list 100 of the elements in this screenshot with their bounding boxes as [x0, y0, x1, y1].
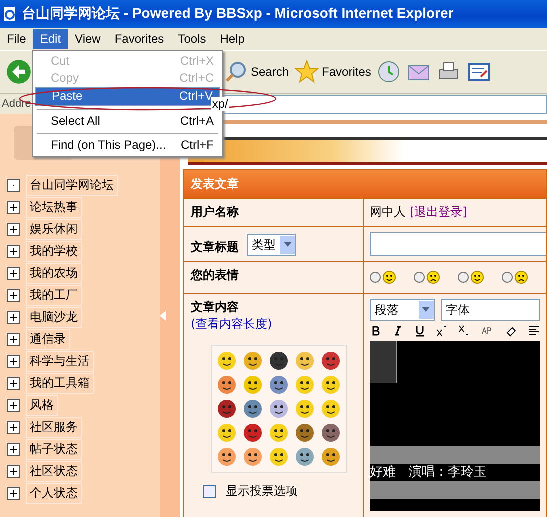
field-label: 用户名称	[191, 204, 239, 221]
emoticon-icon[interactable]	[269, 351, 289, 371]
expand-icon[interactable]	[7, 266, 20, 280]
emoticon-icon[interactable]	[243, 447, 263, 467]
sidebar-item[interactable]: 社区服务	[26, 416, 82, 438]
emoticon-icon[interactable]	[321, 423, 341, 443]
expand-icon[interactable]	[7, 442, 20, 456]
bold-icon[interactable]	[370, 325, 382, 337]
emoticon-icon[interactable]	[269, 375, 289, 395]
sidebar-item[interactable]: 帖子状态	[26, 438, 82, 460]
leaf-icon[interactable]	[7, 178, 20, 192]
align-left-icon[interactable]	[528, 325, 540, 337]
expand-icon[interactable]	[7, 420, 20, 434]
mood-radio[interactable]	[370, 272, 381, 283]
emoticon-icon[interactable]	[295, 399, 315, 419]
sidebar-item[interactable]: 我的工厂	[26, 284, 82, 306]
sidebar-item[interactable]: 电脑沙龙	[26, 306, 82, 328]
sidebar-item[interactable]: 我的农场	[26, 262, 82, 284]
field-label: 文章内容	[191, 299, 240, 316]
content-length-link[interactable]: (查看内容长度)	[191, 316, 356, 333]
history-icon[interactable]	[377, 60, 402, 84]
sidebar-item[interactable]: 个人状态	[26, 482, 82, 504]
address-label: Addre	[2, 98, 32, 110]
menu-option[interactable]: Find (on This Page)... Ctrl+F	[35, 137, 220, 154]
sidebar-item[interactable]: 娱乐休闲	[26, 218, 82, 240]
underline-icon[interactable]	[414, 325, 426, 337]
sidebar-item[interactable]: 通信录	[26, 328, 70, 350]
expand-icon[interactable]	[7, 354, 20, 368]
lyrics-text: 好难 演唱：李玲玉	[370, 464, 488, 481]
emoticon-icon[interactable]	[295, 351, 315, 371]
field-label: 您的表情	[191, 267, 239, 284]
emoticon-icon[interactable]	[269, 447, 289, 467]
subject-input[interactable]	[370, 232, 546, 256]
expand-icon[interactable]	[7, 332, 20, 346]
smiley-icon	[515, 271, 528, 284]
sidebar-item[interactable]: 科学与生活	[26, 350, 94, 372]
sidebar-item[interactable]: 我的工具箱	[26, 372, 94, 394]
emoticon-icon[interactable]	[321, 399, 341, 419]
menu-option[interactable]: Select All Ctrl+A	[35, 113, 220, 130]
edit-page-icon[interactable]	[467, 60, 492, 84]
star-icon	[295, 60, 320, 84]
emoticon-icon[interactable]	[243, 351, 263, 371]
mood-radio[interactable]	[458, 272, 469, 283]
emoticon-icon[interactable]	[217, 399, 237, 419]
subscript-icon[interactable]	[458, 325, 470, 337]
menu-item[interactable]: File	[0, 29, 34, 49]
mood-radio[interactable]	[414, 272, 425, 283]
expand-icon[interactable]	[7, 398, 20, 412]
emoticon-icon[interactable]	[295, 423, 315, 443]
eraser-icon[interactable]	[506, 325, 518, 337]
emoticon-icon[interactable]	[243, 423, 263, 443]
menu-item[interactable]: Tools	[171, 29, 214, 49]
emoticon-icon[interactable]	[321, 351, 341, 371]
emoticon-icon[interactable]	[295, 447, 315, 467]
emoticon-icon[interactable]	[217, 375, 237, 395]
sidebar-item[interactable]: 论坛热事	[26, 196, 82, 218]
sidebar-item[interactable]: 台山同学网论坛	[26, 174, 118, 196]
smiley-icon	[471, 271, 484, 284]
format-select[interactable]: 段落	[370, 299, 435, 321]
logout-link[interactable]: [退出登录]	[410, 204, 468, 221]
mood-radio[interactable]	[502, 272, 513, 283]
expand-icon[interactable]	[7, 222, 20, 236]
menu-item[interactable]: Help	[213, 29, 252, 49]
form-title: 发表文章	[184, 170, 546, 198]
font-select[interactable]: 字体	[440, 299, 540, 321]
expand-icon[interactable]	[7, 310, 20, 324]
emoticon-icon[interactable]	[243, 399, 263, 419]
emoticon-icon[interactable]	[217, 447, 237, 467]
expand-icon[interactable]	[7, 486, 20, 500]
emoticon-icon[interactable]	[269, 399, 289, 419]
superscript-icon[interactable]	[436, 325, 448, 337]
menu-item[interactable]: Edit	[33, 29, 68, 49]
search-icon	[224, 60, 248, 84]
emoticon-icon[interactable]	[321, 447, 341, 467]
type-select[interactable]: 类型	[247, 234, 296, 256]
expand-icon[interactable]	[7, 376, 20, 390]
sidebar-item[interactable]: 风格	[26, 394, 58, 416]
expand-icon[interactable]	[7, 288, 20, 302]
sidebar-item[interactable]: 社区状态	[26, 460, 82, 482]
username-text: 网中人	[370, 204, 406, 221]
dropdown-arrow-icon[interactable]	[284, 242, 292, 248]
emoticon-icon[interactable]	[321, 375, 341, 395]
emoticon-icon[interactable]	[269, 423, 289, 443]
menu-item[interactable]: Favorites	[108, 29, 172, 49]
favorites-button[interactable]: Favorites	[295, 60, 372, 84]
expand-icon[interactable]	[7, 464, 20, 478]
sidebar-item[interactable]: 我的学校	[26, 240, 82, 262]
menu-item[interactable]: View	[68, 29, 108, 49]
italic-icon[interactable]	[392, 325, 404, 337]
window-title-text: 台山同学网论坛 - Powered By BBSxp - Microsoft Internet Explorer	[22, 5, 454, 23]
emoticon-icon[interactable]	[217, 351, 237, 371]
expand-icon[interactable]	[7, 200, 20, 214]
emoticon-icon[interactable]	[295, 375, 315, 395]
dropdown-arrow-icon[interactable]	[422, 307, 430, 313]
search-button[interactable]: Search	[224, 60, 290, 84]
expand-icon[interactable]	[7, 244, 20, 258]
emoticon-icon[interactable]	[243, 375, 263, 395]
editor-content-area[interactable]: 好难 演唱：李玲玉	[370, 341, 540, 511]
poll-checkbox[interactable]	[203, 485, 216, 498]
emoticon-icon[interactable]	[217, 423, 237, 443]
